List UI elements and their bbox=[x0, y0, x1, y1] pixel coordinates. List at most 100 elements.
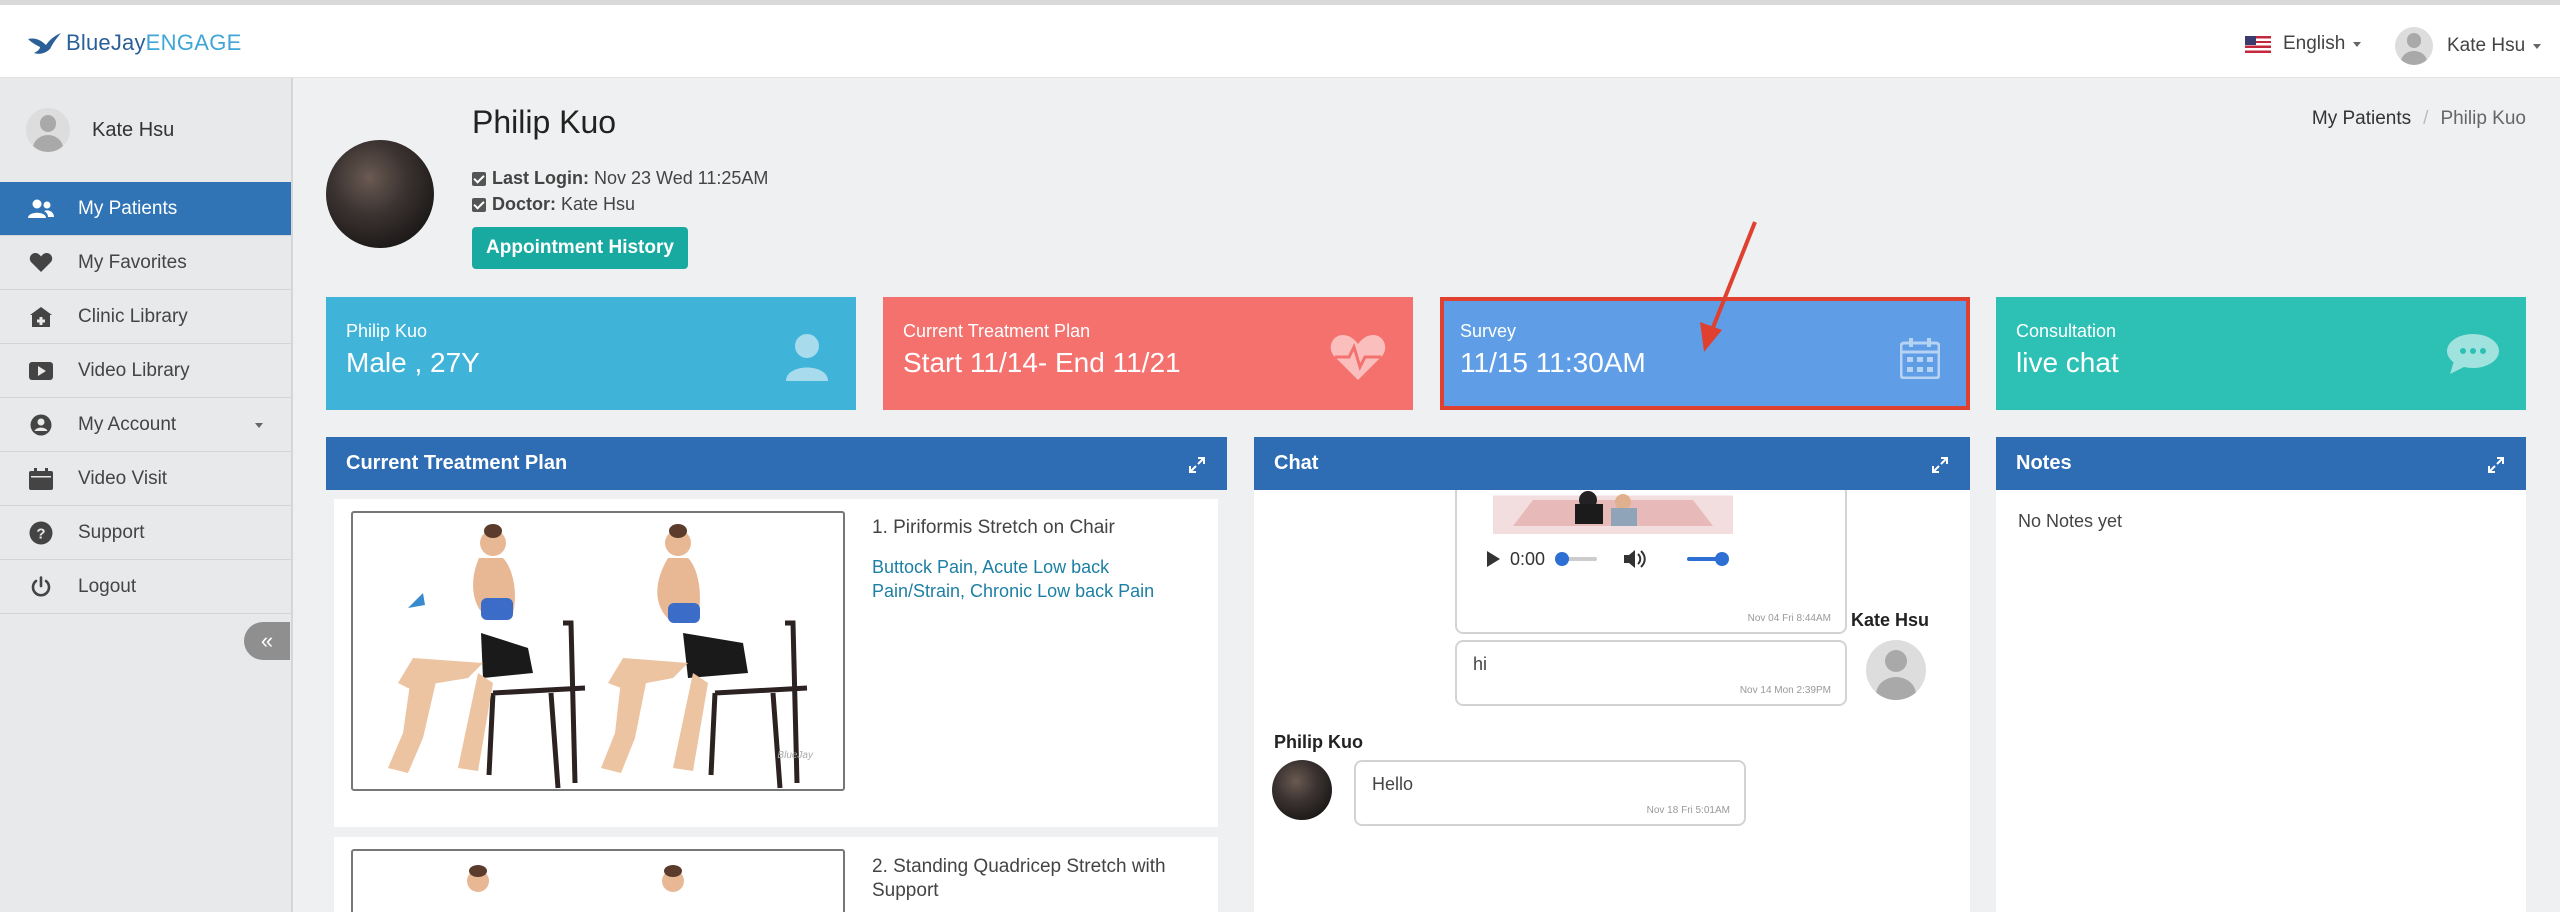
sidebar-item-logout[interactable]: Logout bbox=[0, 560, 291, 614]
message-text: hi bbox=[1473, 654, 1488, 674]
sidebar-item-my-account[interactable]: My Account bbox=[0, 398, 291, 452]
brand-name-part1: BlueJay bbox=[66, 30, 146, 55]
volume-icon[interactable] bbox=[1623, 548, 1647, 570]
sidebar-item-label: Video Visit bbox=[78, 467, 168, 489]
card-value: 11/15 11:30AM bbox=[1460, 347, 1646, 378]
sidebar-user-name: Kate Hsu bbox=[92, 118, 175, 141]
language-label: English bbox=[2283, 33, 2346, 54]
sidebar-item-support[interactable]: ? Support bbox=[0, 506, 291, 560]
avatar bbox=[1272, 760, 1332, 820]
user-icon bbox=[786, 334, 828, 381]
chat-panel: Chat 0:00 Nov 04 Fri 8:44AM Kate Hsu hi … bbox=[1254, 437, 1970, 912]
check-icon bbox=[472, 171, 486, 186]
panel-title: Chat bbox=[1274, 452, 1319, 474]
last-login: Last Login: Nov 23 Wed 11:25AM bbox=[472, 168, 768, 189]
image-watermark: BlueJay bbox=[777, 750, 813, 761]
message-timestamp: Nov 18 Fri 5:01AM bbox=[1646, 805, 1730, 816]
audio-player: 0:00 bbox=[1487, 548, 1730, 570]
treatment-plan-card[interactable]: Current Treatment Plan Start 11/14- End … bbox=[883, 297, 1413, 410]
doctor-label: Doctor: bbox=[492, 194, 556, 214]
patient-info-card[interactable]: Philip Kuo Male , 27Y bbox=[326, 297, 856, 410]
chat-bubble-icon bbox=[2447, 334, 2499, 374]
sender-name: Philip Kuo bbox=[1274, 732, 1363, 752]
exercise-card[interactable]: 2. Standing Quadricep Stretch with Suppo… bbox=[334, 837, 1218, 912]
message-timestamp: Nov 04 Fri 8:44AM bbox=[1747, 613, 1831, 624]
user-menu[interactable]: Kate Hsu bbox=[2395, 27, 2542, 65]
exercise-image[interactable] bbox=[351, 849, 845, 912]
card-value: live chat bbox=[2016, 347, 2119, 378]
panel-header: Chat bbox=[1254, 437, 1970, 490]
breadcrumb: My Patients / Philip Kuo bbox=[2312, 108, 2526, 130]
card-label: Current Treatment Plan bbox=[903, 321, 1091, 341]
breadcrumb-current: Philip Kuo bbox=[2440, 108, 2526, 129]
calendar-icon bbox=[26, 467, 56, 490]
account-icon bbox=[26, 414, 56, 436]
chevron-down-icon bbox=[2533, 43, 2542, 49]
video-thumbnail[interactable] bbox=[1493, 490, 1733, 534]
clinic-icon bbox=[26, 306, 56, 328]
treatment-plan-panel: Current Treatment Plan BlueJay 1. Pirifo… bbox=[326, 437, 1227, 912]
calendar-icon bbox=[1900, 338, 1940, 379]
consultation-card[interactable]: Consultation live chat bbox=[1996, 297, 2526, 410]
chat-message: hi Nov 14 Mon 2:39PM bbox=[1455, 640, 1847, 706]
sidebar-item-label: My Favorites bbox=[78, 251, 187, 273]
sidebar-item-video-visit[interactable]: Video Visit bbox=[0, 452, 291, 506]
expand-icon[interactable] bbox=[2488, 457, 2504, 473]
notes-empty-text: No Notes yet bbox=[2018, 511, 2123, 531]
sidebar-item-clinic-library[interactable]: Clinic Library bbox=[0, 290, 291, 344]
breadcrumb-separator: / bbox=[2423, 108, 2429, 129]
collapse-sidebar-button[interactable]: « bbox=[244, 622, 290, 660]
exercise-card[interactable]: BlueJay 1. Piriformis Stretch on Chair B… bbox=[334, 499, 1218, 827]
sidebar-item-my-patients[interactable]: My Patients bbox=[0, 182, 291, 236]
notes-panel: Notes No Notes yet bbox=[1996, 437, 2526, 912]
volume-slider[interactable] bbox=[1687, 552, 1730, 566]
sidebar-item-label: Clinic Library bbox=[78, 305, 188, 327]
bird-icon bbox=[28, 33, 61, 54]
panel-title: Current Treatment Plan bbox=[346, 452, 568, 474]
sender-name: Kate Hsu bbox=[1851, 610, 1930, 630]
users-icon bbox=[26, 199, 56, 219]
chevron-down-icon bbox=[255, 423, 263, 428]
question-icon: ? bbox=[26, 521, 56, 545]
exercise-tags[interactable]: Buttock Pain, Acute Low back Pain/Strain… bbox=[872, 555, 1172, 603]
patient-photo bbox=[326, 140, 434, 248]
exercise-title: 2. Standing Quadricep Stretch with Suppo… bbox=[872, 856, 1166, 901]
brand-name-part2: ENGAGE bbox=[145, 30, 242, 55]
avatar bbox=[2395, 27, 2433, 65]
message-text: Hello bbox=[1372, 774, 1414, 794]
sidebar-item-label: My Patients bbox=[78, 197, 178, 219]
card-value: Male , 27Y bbox=[346, 347, 480, 378]
card-label: Philip Kuo bbox=[346, 321, 428, 341]
sidebar-item-label: Logout bbox=[78, 575, 137, 597]
sidebar-item-label: Support bbox=[78, 521, 145, 543]
last-login-label: Last Login: bbox=[492, 168, 589, 188]
sidebar-item-video-library[interactable]: Video Library bbox=[0, 344, 291, 398]
stretch-illustration bbox=[388, 524, 808, 789]
breadcrumb-my-patients[interactable]: My Patients bbox=[2312, 108, 2411, 129]
survey-card[interactable]: Survey 11/15 11:30AM bbox=[1440, 297, 1970, 410]
chevron-down-icon bbox=[2353, 41, 2362, 47]
us-flag-icon bbox=[2245, 35, 2271, 53]
bluejay-logo[interactable]: BlueJay ENGAGE bbox=[26, 29, 242, 57]
language-selector[interactable]: English bbox=[2245, 33, 2362, 55]
card-label: Survey bbox=[1460, 321, 1517, 341]
card-value: Start 11/14- End 11/21 bbox=[903, 347, 1181, 378]
sidebar: Kate Hsu My Patients My Favorites Clinic… bbox=[0, 78, 293, 912]
avatar bbox=[26, 108, 70, 152]
panel-header: Current Treatment Plan bbox=[326, 437, 1227, 490]
appointment-history-button[interactable]: Appointment History bbox=[472, 227, 688, 269]
player-time: 0:00 bbox=[1510, 548, 1546, 569]
sidebar-item-label: Video Library bbox=[78, 359, 190, 381]
play-icon[interactable] bbox=[1487, 551, 1500, 567]
exercise-image[interactable]: BlueJay bbox=[351, 511, 845, 791]
chat-messages[interactable]: 0:00 Nov 04 Fri 8:44AM Kate Hsu hi Nov 1… bbox=[1254, 490, 1970, 912]
expand-icon[interactable] bbox=[1189, 457, 1205, 473]
check-icon bbox=[472, 197, 486, 212]
expand-icon[interactable] bbox=[1932, 457, 1948, 473]
sidebar-item-my-favorites[interactable]: My Favorites bbox=[0, 236, 291, 290]
doctor: Doctor: Kate Hsu bbox=[472, 194, 635, 215]
seek-slider[interactable] bbox=[1555, 552, 1598, 566]
video-icon bbox=[26, 361, 56, 380]
message-timestamp: Nov 14 Mon 2:39PM bbox=[1739, 685, 1831, 696]
avatar bbox=[1866, 640, 1926, 700]
